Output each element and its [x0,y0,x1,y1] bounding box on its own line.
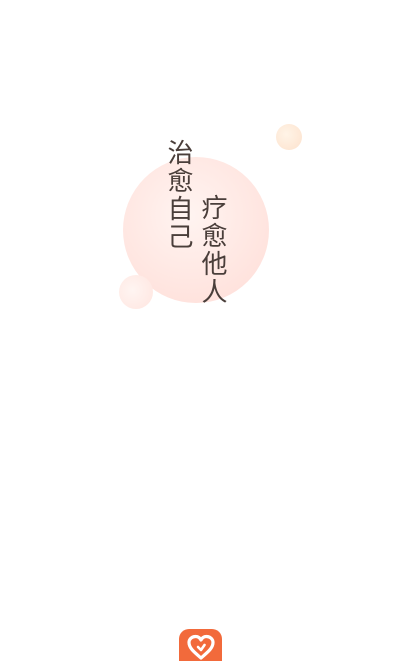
decorative-circle-top [276,124,302,150]
splash-screen: 治愈自己 疗愈他人 [0,0,400,661]
app-logo [179,629,222,661]
decorative-circle-bottom [119,275,153,309]
heart-icon [186,634,215,660]
slogan-heal-yourself: 治愈自己 [163,139,193,251]
slogan-heal-others: 疗愈他人 [197,194,227,306]
